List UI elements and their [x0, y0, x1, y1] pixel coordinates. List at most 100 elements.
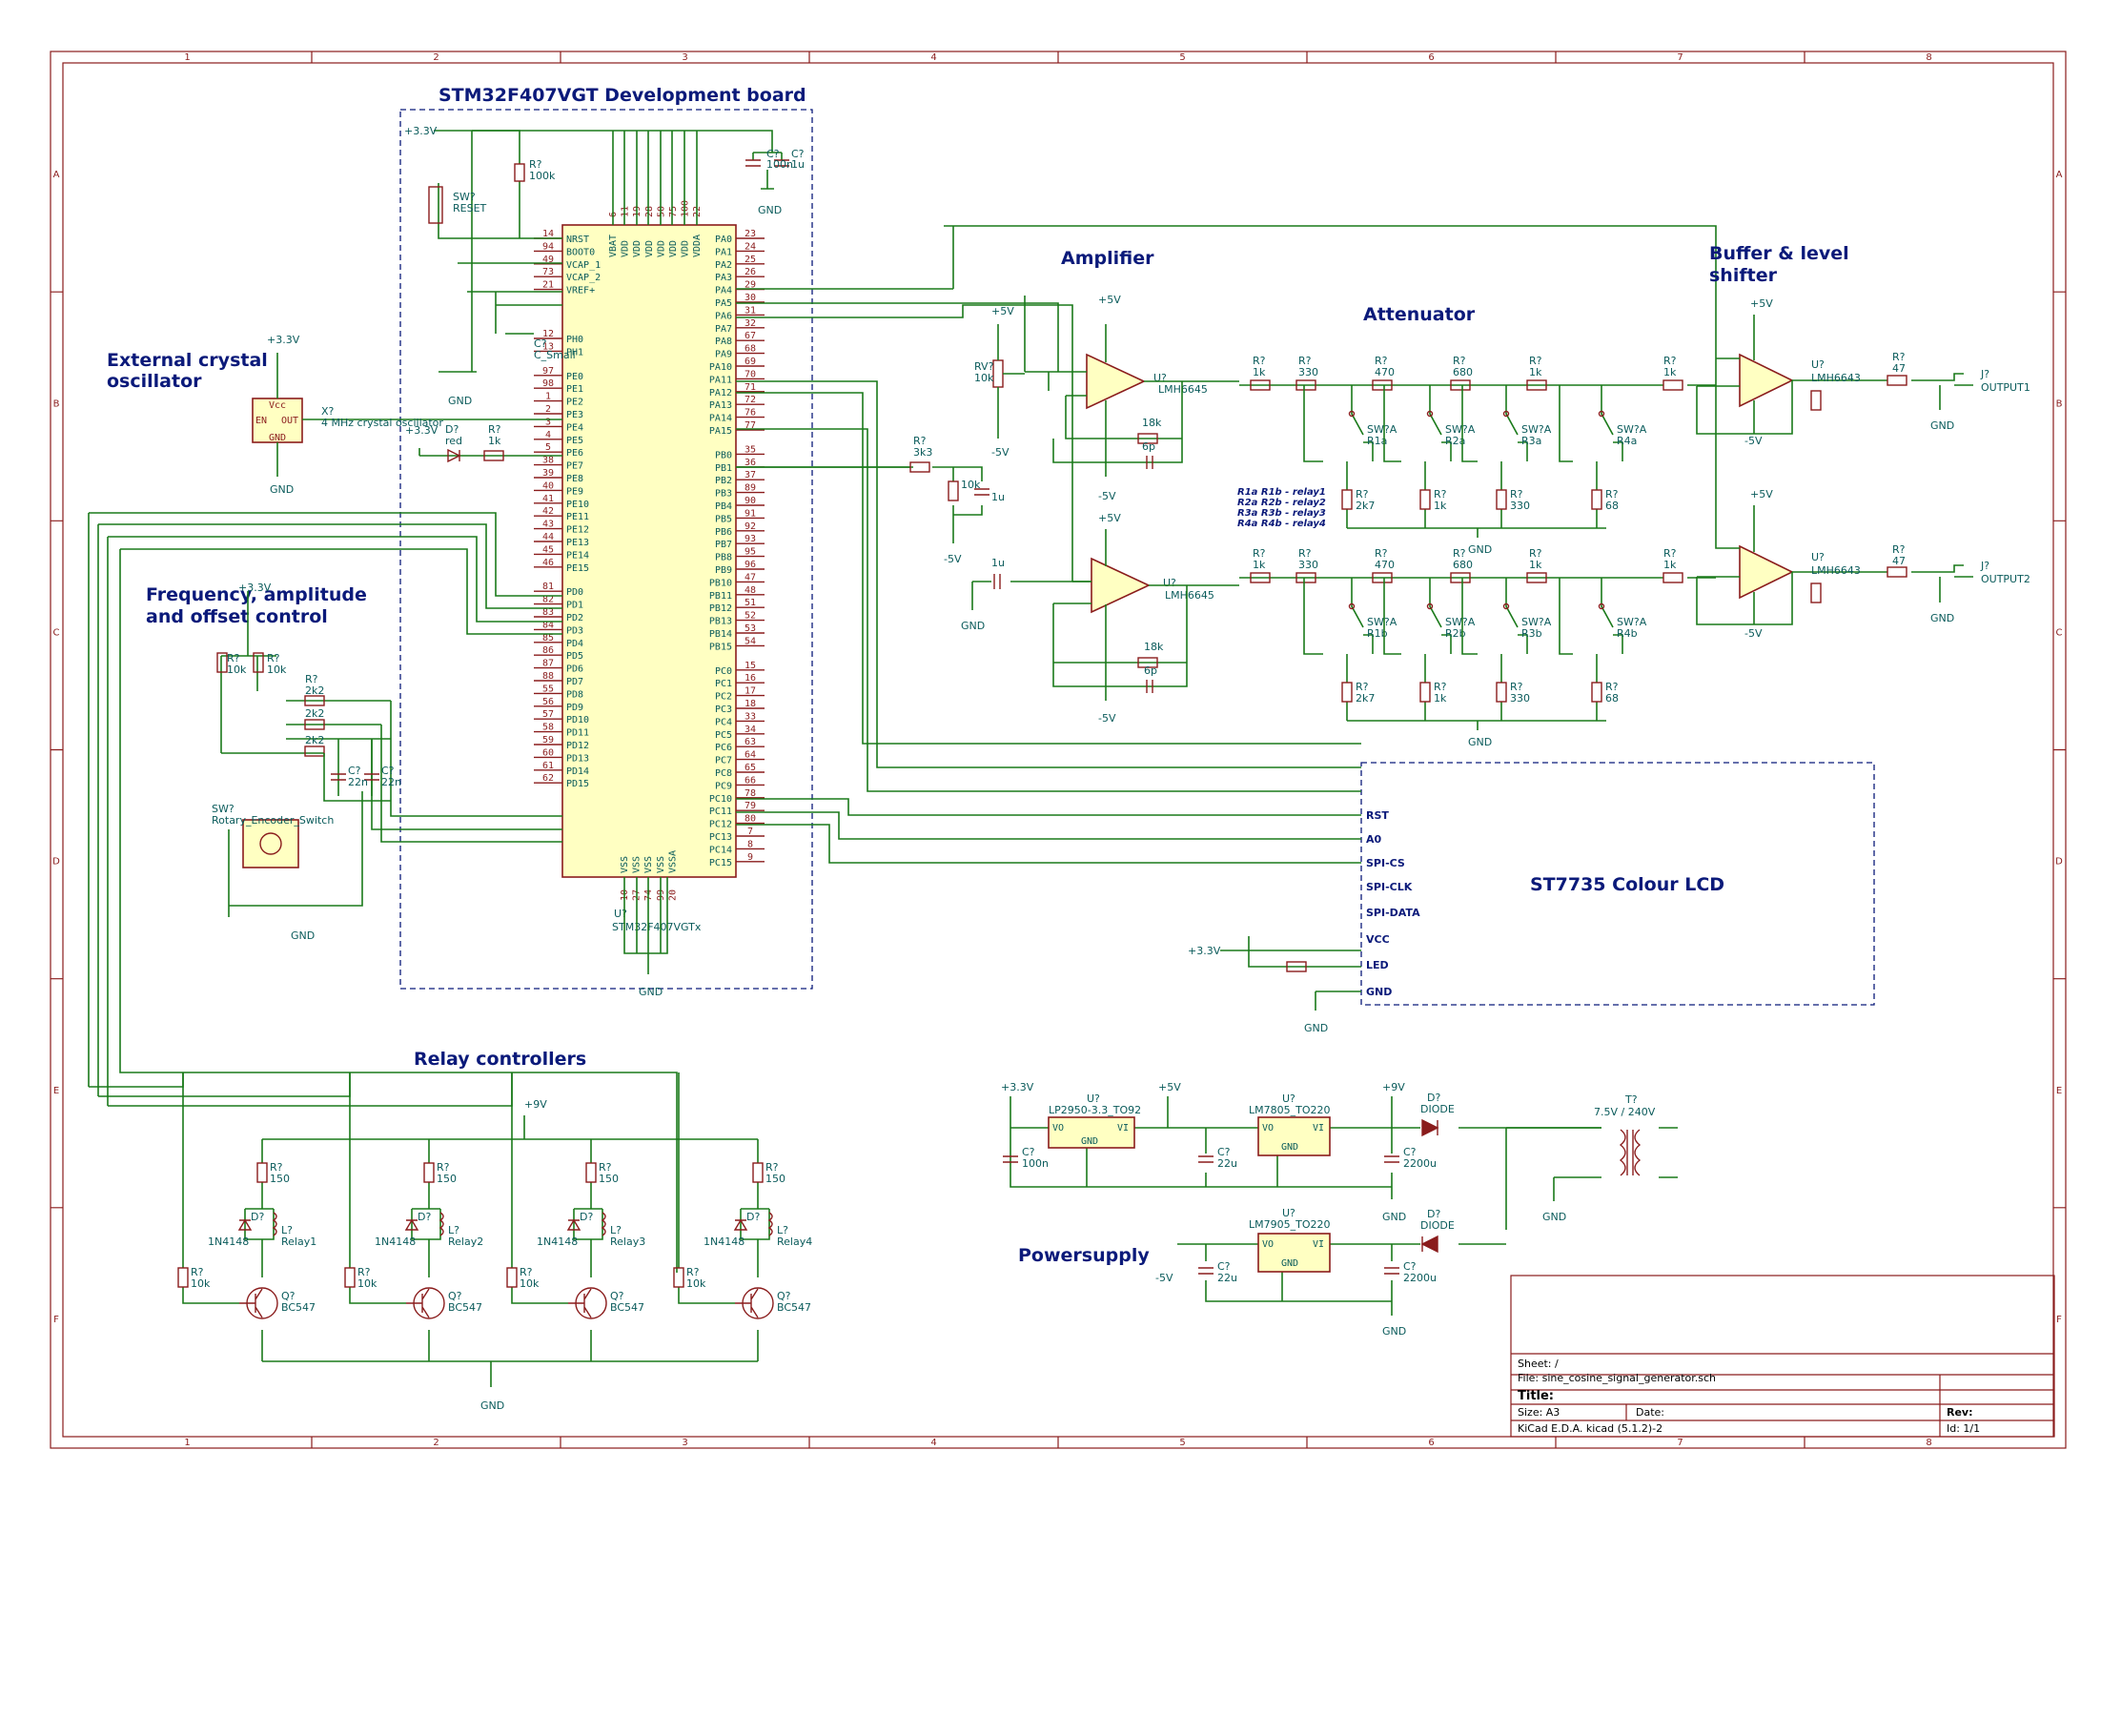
pot-p5: +5V	[991, 305, 1014, 317]
amp2-cf: 6p	[1144, 664, 1157, 677]
mcu-pin-num: 89	[745, 483, 756, 494]
border-row-left: C	[53, 627, 60, 638]
att-switch-ref: R3a	[1521, 435, 1541, 447]
r1k-offset-1	[1810, 390, 1822, 411]
power-supply-circuit: VO VIGNDVO VIGNDU?LP2950-3.3_TO92U?LM7805_…	[1001, 1081, 1678, 1338]
reg5-vi: VI	[1313, 1123, 1324, 1134]
mcu-pin-num: 25	[745, 255, 756, 265]
mcu-pin-num: 48	[745, 585, 756, 596]
mcu-pin-num: 52	[745, 611, 756, 622]
j1-val[interactable]: OUTPUT1	[1981, 381, 2030, 394]
relay-base-resistor	[506, 1267, 518, 1288]
att-switch-ref: R3b	[1521, 627, 1542, 640]
mcu-pin-name: PE15	[566, 563, 589, 574]
psu-cap-neg-val: 22u	[1217, 1272, 1237, 1284]
psu-cap-neg	[1384, 1267, 1399, 1275]
rectifier-diode-1	[1421, 1118, 1439, 1137]
amp2-rf: 18k	[1144, 641, 1164, 653]
heading-buffer-1: Buffer & level	[1709, 243, 1849, 264]
mcu-pin-num: 66	[745, 775, 756, 786]
att-switch-wire	[1303, 578, 1374, 655]
mcu-pin-name: PE2	[566, 398, 583, 408]
mcu-pin-name: PB15	[709, 642, 732, 652]
xtal-p33: +3.3V	[267, 334, 300, 346]
relay-rb-val: 10k	[686, 1277, 706, 1290]
mcu-pin-num: 18	[745, 699, 756, 709]
reset-switch[interactable]	[428, 186, 443, 224]
attenuator-bottom: R?1kR?1kR?330R?470R?680R?1kSW?AR1bR?2k7S…	[1239, 547, 1716, 748]
reg9-vo: VO	[1262, 1239, 1274, 1250]
j2-val[interactable]: OUTPUT2	[1981, 573, 2030, 585]
r47-1-val: 47	[1892, 362, 1906, 375]
relay-gnd: GND	[480, 1399, 504, 1412]
amp-opamp-2[interactable]	[1091, 557, 1151, 614]
r1k-offset-2	[1810, 582, 1822, 603]
att-series-val: 330	[1298, 366, 1318, 378]
buffer-opamp-2[interactable]	[1739, 544, 1794, 600]
mcu-pin-num: 34	[745, 725, 756, 735]
mcu-pin-num: 78	[745, 788, 756, 799]
enc-r2-val: 10k	[267, 664, 287, 676]
lcd-pin-label: RST	[1366, 809, 1389, 822]
mcu-pin-num: 50	[656, 206, 666, 217]
mcu-pin-num: 4	[545, 430, 551, 440]
reg9-gnd: GND	[1281, 1258, 1298, 1269]
mcu-pin-num: 24	[745, 241, 756, 252]
relay-diode-val: 1N4148	[375, 1236, 416, 1248]
mcu-pin-num: 91	[745, 508, 756, 519]
mcu-pin-num: 63	[745, 737, 756, 747]
border-row-right: F	[2056, 1315, 2062, 1325]
att-shunt-val: 68	[1605, 692, 1619, 705]
psu-cap-val: 2200u	[1403, 1157, 1437, 1170]
heading-freq-2: and offset control	[146, 606, 328, 627]
lcd-pin-label: SPI-CLK	[1366, 881, 1413, 893]
mcu-pin-name: PB5	[715, 514, 732, 524]
tb-id: Id: 1/1	[1947, 1422, 1980, 1435]
pot-rv[interactable]	[992, 359, 1004, 388]
mcu-pin-name: PA9	[715, 350, 732, 360]
mcu-pin-name: PC14	[709, 845, 732, 855]
amp-opamp-1[interactable]	[1086, 353, 1146, 410]
amp2-val: LMH6645	[1165, 589, 1214, 602]
att-switch-ref: R4b	[1617, 627, 1638, 640]
buffer-opamp-1[interactable]	[1739, 353, 1794, 408]
mcu-pin-num: 53	[745, 623, 756, 634]
att-shunt-val: 1k	[1434, 692, 1447, 705]
mcu-pin-name: PA0	[715, 235, 732, 245]
mcu-pin-num: 55	[542, 684, 554, 694]
mcu-pin-name: PD3	[566, 625, 583, 636]
mcu-value: STM32F407VGTx	[612, 921, 702, 933]
relay-name: Relay3	[610, 1236, 645, 1248]
j2-ref: J?	[1980, 560, 1989, 572]
att-shunt-resistor	[1419, 682, 1431, 703]
mcu-pin-name: PD15	[566, 779, 589, 789]
mcu-pin-name: PC15	[709, 858, 732, 868]
tb-size: Size: A3	[1518, 1406, 1560, 1419]
buf1-m5: -5V	[1744, 435, 1763, 447]
relay-rb-val: 10k	[520, 1277, 540, 1290]
border-col-bottom: 5	[1179, 1438, 1185, 1448]
mcu-pin-name: VDD	[656, 240, 666, 257]
mcu-pin-num: 46	[542, 558, 554, 568]
mcu-pin-name: PB6	[715, 527, 732, 538]
mcu-pin-num: 58	[542, 723, 554, 733]
psu-cap-neg	[1198, 1267, 1214, 1275]
mcu-pin-num: 45	[542, 544, 554, 555]
mcu-pin-name: PC12	[709, 820, 732, 830]
mcu-pin-num: 57	[542, 709, 554, 720]
mcu-pin-num: 96	[745, 560, 756, 570]
border-row-left: A	[53, 170, 60, 180]
border-row-right: E	[2056, 1086, 2062, 1096]
att-switch-wire	[1559, 578, 1623, 655]
r47-2-val: 47	[1892, 555, 1906, 567]
att-series-val: 470	[1375, 559, 1395, 571]
psu-top-wires	[1010, 1096, 1601, 1230]
mcu-pin-num: 67	[745, 331, 756, 341]
relay-rb-val: 10k	[191, 1277, 211, 1290]
relay-q-val: BC547	[448, 1301, 482, 1314]
mcu-pin-name: PB3	[715, 489, 732, 500]
xtal-gnd: GND	[269, 433, 286, 443]
att-series-val: 680	[1453, 366, 1473, 378]
filter-m5: -5V	[944, 553, 962, 565]
rotary-encoder[interactable]	[242, 819, 299, 868]
